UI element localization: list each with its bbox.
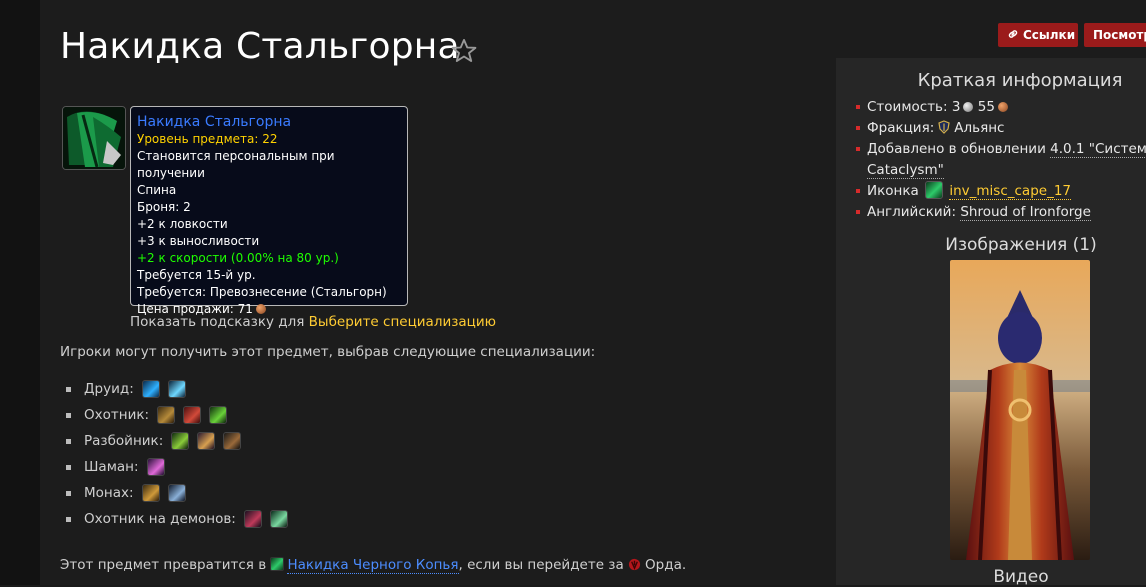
spec-row-shaman: Шаман: [66,454,288,480]
tooltip-binding: Становится персональным при получении [137,149,335,180]
hunter-beast-mastery-icon[interactable] [157,406,176,424]
show-tooltip-line: Показать подсказку для Выберите специали… [130,314,496,330]
spec-label: Охотник: [84,407,150,423]
info-icon: Иконка inv_misc_cape_17 [856,181,1146,202]
tooltip-armor: Броня: 2 [137,200,191,214]
transform-prefix: Этот предмет превратится в [60,557,267,573]
specs-list: Друид: Охотник: Разбойник: Шаман: Монах:… [66,376,288,532]
transform-faction: Орда. [645,557,687,573]
link-icon [1008,30,1018,38]
demon-hunter-havoc-icon[interactable] [243,510,262,528]
cloak-thumbnail-icon [925,181,944,199]
demon-hunter-vengeance-icon[interactable] [269,510,288,528]
info-cost-silver: 3 [951,99,961,115]
spec-row-demon-hunter: Охотник на демонов: [66,506,288,532]
monk-windwalker-icon[interactable] [141,484,160,502]
info-cost-copper: 55 [977,99,995,115]
specs-intro: Игроки могут получить этот предмет, выбр… [60,344,596,360]
horde-icon [628,558,641,571]
spec-label: Разбойник: [84,433,164,449]
bullet [66,490,71,496]
info-added-label: Добавлено в обновлении [867,141,1046,157]
red-bullet [856,189,860,193]
info-english-label: Английский: [867,204,957,220]
info-cost: Стоимость: 3 55 [856,97,1146,118]
left-gutter [0,0,40,585]
red-bullet [856,147,860,151]
horde-item-link[interactable]: Накидка Черного Копья [287,557,459,574]
star-outline-icon[interactable] [450,37,478,65]
bullet [66,412,71,418]
tooltip-haste: +2 к скорости (0.00% на 80 ур.) [137,251,339,265]
spec-label: Шаман: [84,459,139,475]
spec-label: Друид: [84,381,134,397]
rogue-outlaw-icon[interactable] [197,432,216,450]
quick-info-list: Стоимость: 3 55 Фракция: Альянс Добавлено… [856,97,1146,223]
spec-label: Монах: [84,485,134,501]
item-screenshot[interactable] [950,260,1090,560]
page-title: Накидка Стальгорна [60,26,460,67]
info-english-value[interactable]: Shroud of Ironforge [960,204,1091,221]
red-bullet [856,105,860,109]
item-tooltip: Накидка Стальгорна Уровень предмета: 22 … [130,106,408,316]
quick-info-title: Краткая информация [917,70,1123,91]
spec-row-hunter: Охотник: [66,402,288,428]
spec-row-druid: Друид: [66,376,288,402]
spec-row-rogue: Разбойник: [66,428,288,454]
monk-brewmaster-icon[interactable] [167,484,186,502]
rogue-assassination-icon[interactable] [171,432,190,450]
info-faction-value: Альянс [954,120,1005,136]
spec-row-monk: Монах: [66,480,288,506]
rogue-subtlety-icon[interactable] [223,432,242,450]
tooltip-stamina: +3 к выносливости [137,234,260,248]
cloak-mini-icon [270,557,285,571]
red-bullet [856,126,860,130]
silver-coin-icon [963,102,974,112]
links-button[interactable]: Ссылки [998,23,1078,47]
copper-coin-icon [997,102,1008,112]
bullet [66,438,71,444]
tooltip-item-name: Накидка Стальгорна [137,114,292,130]
info-faction-label: Фракция: [867,120,935,136]
transform-note: Этот предмет превратится в Накидка Черно… [60,557,687,574]
hunter-marksmanship-icon[interactable] [183,406,202,424]
select-spec-link[interactable]: Выберите специализацию [309,314,496,330]
bullet [66,386,71,392]
info-icon-link[interactable]: inv_misc_cape_17 [949,183,1072,200]
tooltip-required-reputation: Требуется: Превознесение (Стальгорн) [137,285,387,299]
bullet [66,516,71,522]
video-heading: Видео [993,567,1049,587]
tooltip-slot: Спина [137,183,177,197]
red-bullet [856,210,860,214]
show-tooltip-prefix: Показать подсказку для [130,314,305,330]
info-icon-label: Иконка [867,183,919,199]
tooltip-item-level: Уровень предмета: 22 [137,132,278,146]
info-added-patch-2[interactable]: Cataclysm" [867,162,944,179]
info-added: Добавлено в обновлении 4.0.1 "Система Cat… [856,139,1146,181]
druid-balance-icon[interactable] [141,380,160,398]
info-english: Английский: Shroud of Ironforge [856,202,1146,223]
view-button-label: Посмотр [1093,28,1146,42]
copper-coin-icon [255,304,266,314]
info-faction: Фракция: Альянс [856,118,1146,139]
images-heading: Изображения (1) [945,235,1097,255]
links-button-label: Ссылки [1023,28,1076,42]
alliance-icon [938,120,950,134]
transform-middle: , если вы перейдете за [458,557,624,573]
spec-label: Охотник на демонов: [84,511,236,527]
info-cost-label: Стоимость: [867,99,948,115]
tooltip-required-level: Требуется 15-й ур. [137,268,256,282]
info-added-patch[interactable]: 4.0.1 "Система [1050,141,1146,158]
shaman-enhancement-icon[interactable] [146,458,165,476]
item-cloak-icon [62,106,126,170]
hunter-survival-icon[interactable] [209,406,228,424]
bullet [66,464,71,470]
tooltip-agility: +2 к ловкости [137,217,228,231]
view-button[interactable]: Посмотр [1084,23,1146,47]
druid-restoration-icon[interactable] [167,380,186,398]
